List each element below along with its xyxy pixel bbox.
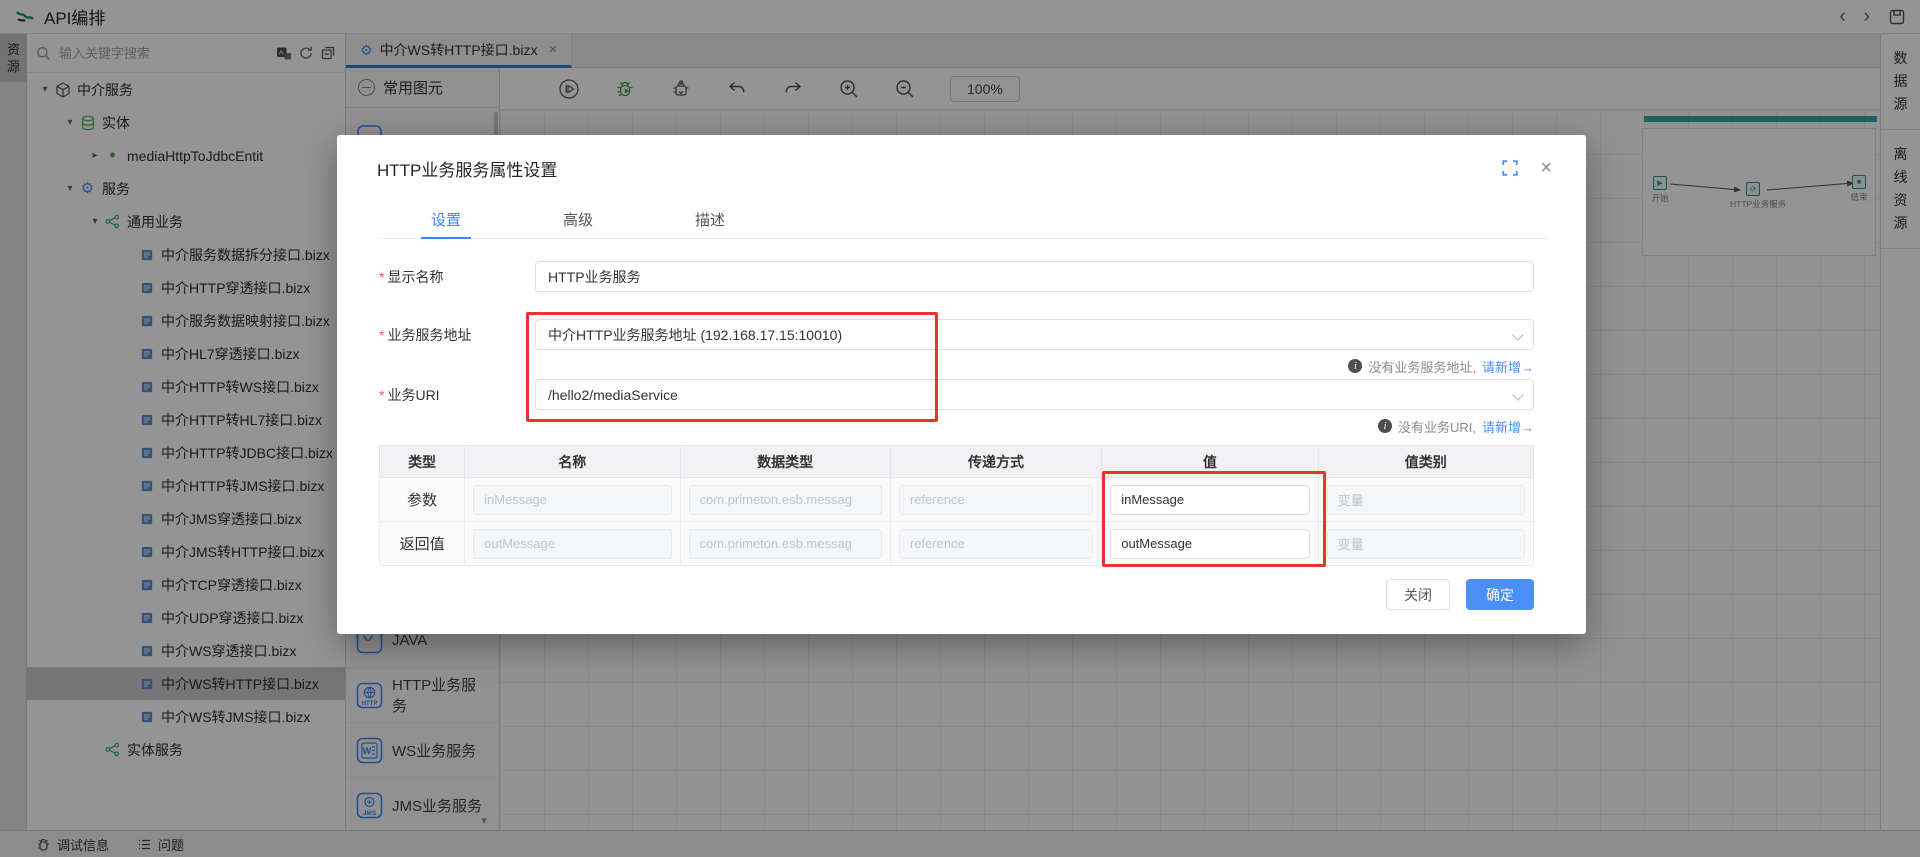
dialog-tab-描述[interactable]: 描述 — [685, 203, 735, 238]
close-icon[interactable]: × — [1540, 158, 1552, 178]
fullscreen-icon[interactable] — [1502, 160, 1518, 176]
table-header: 传递方式 — [890, 446, 1101, 478]
required-star: * — [379, 327, 384, 343]
table-header: 名称 — [465, 446, 680, 478]
data-type-input — [689, 529, 882, 559]
confirm-button[interactable]: 确定 — [1466, 579, 1534, 610]
service-uri-select[interactable] — [535, 379, 1534, 410]
property-dialog: HTTP业务服务属性设置 × 设置 高级 描述 *显示名称 *业务服务地址 — [337, 135, 1586, 634]
param-type-label: 参数 — [407, 492, 437, 509]
service-address-select[interactable] — [535, 319, 1534, 350]
info-icon: i — [1348, 359, 1362, 373]
name-input — [473, 485, 671, 515]
data-type-input — [689, 485, 882, 515]
service-address-hint: i 没有业务服务地址, 请新增→ — [379, 355, 1534, 377]
parameter-table: 类型名称数据类型传递方式值值类别参数返回值 — [379, 445, 1534, 566]
hint-text: 没有业务URI, — [1398, 417, 1476, 436]
field-service-address: *业务服务地址 — [379, 319, 1534, 350]
name-input — [473, 529, 671, 559]
table-header: 值 — [1102, 446, 1318, 478]
required-star: * — [379, 269, 384, 285]
add-service-address-link[interactable]: 请新增→ — [1482, 357, 1534, 376]
value-category-input — [1327, 485, 1525, 515]
field-display-name: *显示名称 — [379, 261, 1534, 292]
field-service-uri: *业务URI — [379, 379, 1534, 410]
pass-mode-input — [899, 485, 1093, 515]
field-label: *业务URI — [379, 385, 535, 405]
table-header: 值类别 — [1318, 446, 1533, 478]
app-window: API编排 ‹ › 资源 A ▾中介服 — [0, 0, 1920, 857]
value-input[interactable] — [1110, 529, 1309, 559]
param-type-label: 返回值 — [400, 536, 445, 553]
hint-text: 没有业务服务地址, — [1368, 357, 1476, 376]
table-header: 数据类型 — [680, 446, 890, 478]
dialog-tabs: 设置 高级 描述 — [377, 203, 1546, 239]
value-category-input — [1327, 529, 1525, 559]
dialog-tab-设置[interactable]: 设置 — [421, 203, 471, 239]
table-row: 返回值 — [380, 522, 1534, 566]
table-row: 参数 — [380, 478, 1534, 522]
info-icon: i — [1378, 419, 1392, 433]
service-uri-hint: i 没有业务URI, 请新增→ — [379, 415, 1534, 437]
field-label: *业务服务地址 — [379, 325, 535, 345]
table-header: 类型 — [380, 446, 465, 478]
dialog-title: HTTP业务服务属性设置 — [377, 156, 557, 181]
field-label: *显示名称 — [379, 267, 535, 287]
pass-mode-input — [899, 529, 1093, 559]
display-name-input[interactable] — [535, 261, 1534, 292]
close-button[interactable]: 关闭 — [1386, 579, 1450, 610]
required-star: * — [379, 387, 384, 403]
add-service-uri-link[interactable]: 请新增→ — [1482, 417, 1534, 436]
value-input[interactable] — [1110, 485, 1309, 515]
dialog-tab-高级[interactable]: 高级 — [553, 203, 603, 238]
